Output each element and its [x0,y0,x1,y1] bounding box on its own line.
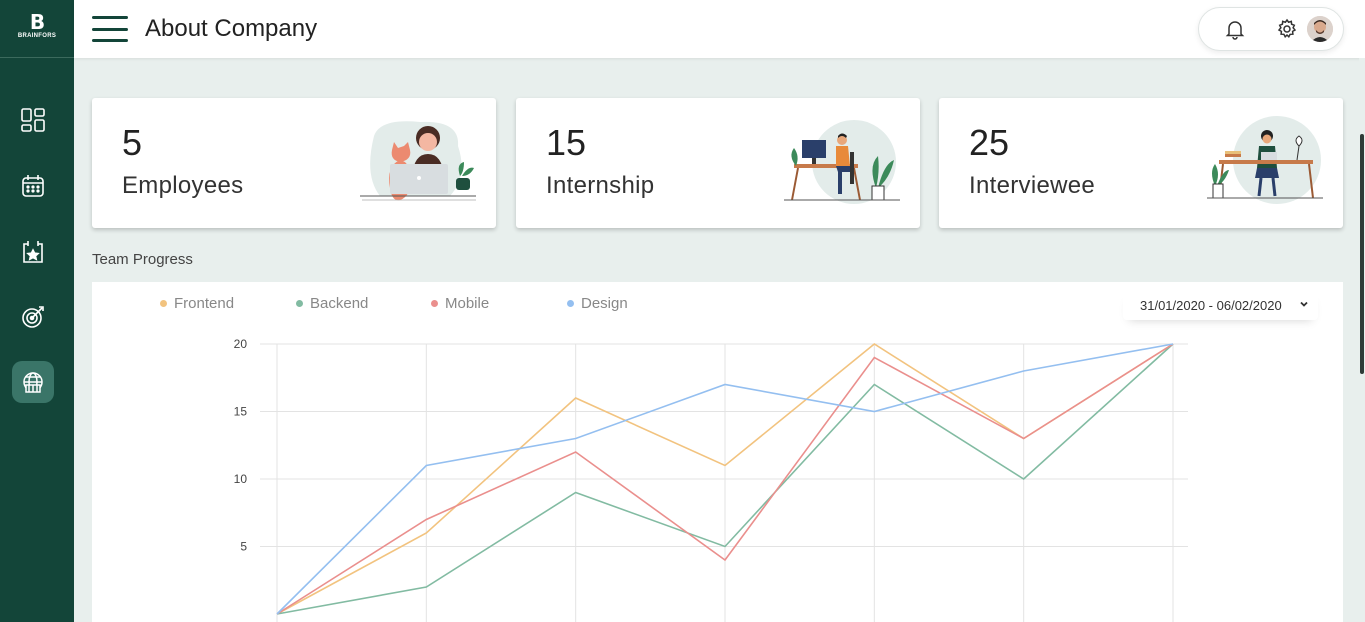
page-title: About Company [145,15,318,42]
dashboard-icon [21,108,45,132]
section-title: Team Progress [92,251,193,268]
sidebar-item-events[interactable] [12,231,54,273]
woman-desk-laptop-illustration [1207,116,1323,204]
sidebar: B BRAINFORS [0,0,74,622]
man-desk-computer-illustration [784,120,900,204]
calendar-icon [22,175,44,197]
y-tick-label: 5 [240,540,247,554]
bell-icon[interactable] [1224,18,1246,40]
menu-bar [92,16,128,19]
sidebar-item-goals[interactable] [12,296,54,338]
y-tick-label: 15 [234,405,248,419]
stat-label: Internship [546,172,655,199]
brand-logo[interactable]: B BRAINFORS [0,0,74,58]
top-actions [1198,7,1344,51]
stat-label: Interviewee [969,172,1096,199]
team-progress-chart: Frontend Backend Mobile Design 31/01/202… [92,282,1343,622]
stat-card-interviewee[interactable]: 25 Interviewee [939,98,1343,228]
avatar-image [1307,16,1333,42]
target-icon [22,306,44,328]
stat-label: Employees [122,172,244,199]
sidebar-item-company[interactable] [12,361,54,403]
company-globe-icon [23,372,43,393]
gear-icon[interactable] [1276,18,1298,40]
scrollbar[interactable] [1359,58,1365,622]
stat-card-employees[interactable]: 5 Employees [92,98,496,228]
scrollbar-thumb[interactable] [1360,134,1364,374]
stat-value: 25 [969,122,1010,163]
y-tick-label: 10 [234,472,248,486]
woman-laptop-cat-illustration [360,121,476,201]
line-chart: 5 10 15 20 [234,337,1188,622]
logo-mark: B [29,10,45,34]
stat-value: 5 [122,122,143,163]
user-avatar[interactable] [1307,16,1333,42]
sidebar-item-dashboard[interactable] [12,99,54,141]
sidebar-item-calendar[interactable] [12,165,54,207]
calendar-star-icon [23,241,43,263]
menu-bar [92,39,128,42]
stat-value: 15 [546,122,587,163]
menu-bar [92,27,128,31]
y-tick-label: 20 [234,337,248,351]
stat-card-internship[interactable]: 15 Internship [516,98,920,228]
menu-toggle-button[interactable] [92,16,128,42]
logo-text: BRAINFORS [17,33,57,39]
top-bar: About Company [74,0,1365,58]
